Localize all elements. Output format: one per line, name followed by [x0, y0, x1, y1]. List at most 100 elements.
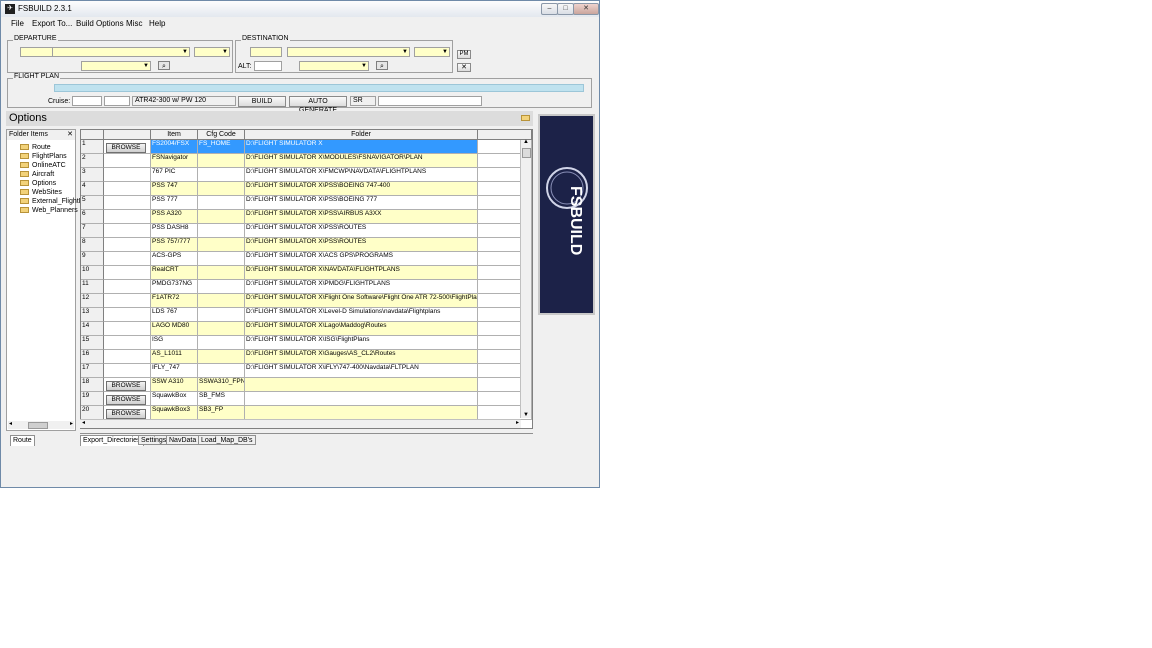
item-cell[interactable]: PSS 757/777: [151, 238, 198, 252]
folder-cell[interactable]: D:\FLIGHT SIMULATOR X\Gauges\AS_CL2\Rout…: [245, 350, 478, 364]
alternate-input[interactable]: [254, 61, 282, 71]
route-string-field[interactable]: [54, 84, 584, 92]
departure-search-icon[interactable]: ⌕: [158, 61, 170, 70]
scroll-thumb[interactable]: [522, 148, 531, 158]
cfg-code-cell[interactable]: [198, 224, 245, 238]
menu-misc[interactable]: Misc: [126, 19, 142, 28]
cruise-unit-field[interactable]: [104, 96, 130, 106]
destination-icao-input[interactable]: [250, 47, 282, 57]
auto-generate-button[interactable]: AUTO GENERATE: [289, 96, 347, 114]
cfg-code-cell[interactable]: [198, 266, 245, 280]
sr-input[interactable]: [378, 96, 482, 106]
cfg-code-cell[interactable]: [198, 308, 245, 322]
title-bar[interactable]: ✈ FSBUILD 2.3.1 ‒ □ ✕: [1, 1, 599, 18]
cfg-code-cell[interactable]: FS_HOME: [198, 140, 245, 154]
item-cell[interactable]: PSS 747: [151, 182, 198, 196]
menu-help[interactable]: Help: [149, 19, 165, 28]
menu-export-to[interactable]: Export To...: [32, 19, 72, 28]
folder-cell[interactable]: D:\FLIGHT SIMULATOR X\PSS\AIRBUS A3XX: [245, 210, 478, 224]
item-cell[interactable]: RealCRT: [151, 266, 198, 280]
maximize-button[interactable]: □: [557, 3, 574, 15]
browse-cell[interactable]: [104, 210, 151, 224]
browse-cell[interactable]: [104, 238, 151, 252]
pm-button[interactable]: PM: [457, 50, 471, 59]
folder-cell[interactable]: D:\FLIGHT SIMULATOR X\NAVDATA\FLIGHTPLAN…: [245, 266, 478, 280]
folder-cell[interactable]: D:\FLIGHT SIMULATOR X\ACS GPS\PROGRAMS: [245, 252, 478, 266]
browse-cell[interactable]: [104, 168, 151, 182]
grid-vscroll[interactable]: ▲ ▼: [520, 139, 531, 418]
scroll-left-icon[interactable]: ◂: [82, 419, 85, 426]
browse-cell[interactable]: [104, 196, 151, 210]
browse-cell[interactable]: [104, 308, 151, 322]
browse-button[interactable]: BROWSE: [106, 143, 146, 153]
scroll-thumb[interactable]: [28, 422, 48, 429]
scroll-left-icon[interactable]: ◂: [9, 420, 12, 427]
item-cell[interactable]: IFLY_747: [151, 364, 198, 378]
destination-search-icon[interactable]: ⌕: [376, 61, 388, 70]
folder-cell[interactable]: D:\FLIGHT SIMULATOR X\ISG\FlightPlans: [245, 336, 478, 350]
folder-cell[interactable]: D:\FLIGHT SIMULATOR X\PSS\BOEING 747-400: [245, 182, 478, 196]
departure-icao-input[interactable]: [20, 47, 54, 57]
folder-cell[interactable]: D:\FLIGHT SIMULATOR X\Flight One Softwar…: [245, 294, 478, 308]
item-cell[interactable]: LAGO MD80: [151, 322, 198, 336]
folder-cell[interactable]: D:\FLIGHT SIMULATOR X\PSS\BOEING 777: [245, 196, 478, 210]
departure-airport-select[interactable]: ▼: [52, 47, 190, 57]
browse-button[interactable]: BROWSE: [106, 395, 146, 405]
scroll-down-icon[interactable]: ▼: [523, 412, 529, 418]
cfg-code-cell[interactable]: [198, 364, 245, 378]
tab-load-map-dbs[interactable]: Load_Map_DB's: [198, 435, 256, 445]
folder-cell[interactable]: D:\FLIGHT SIMULATOR X\PSS\ROUTES: [245, 238, 478, 252]
grid-hscroll[interactable]: ◂ ▸: [80, 419, 521, 428]
scroll-right-icon[interactable]: ▸: [70, 420, 73, 427]
browse-cell[interactable]: BROWSE: [104, 406, 151, 420]
folder-cell[interactable]: D:\FLIGHT SIMULATOR X: [245, 140, 478, 154]
folder-cell[interactable]: [245, 392, 478, 406]
browse-cell[interactable]: BROWSE: [104, 392, 151, 406]
browse-cell[interactable]: [104, 336, 151, 350]
open-folder-icon[interactable]: [521, 115, 530, 121]
cfg-code-cell[interactable]: [198, 336, 245, 350]
browse-button[interactable]: BROWSE: [106, 381, 146, 391]
cfg-code-cell[interactable]: [198, 350, 245, 364]
minimize-button[interactable]: ‒: [541, 3, 558, 15]
cfg-code-cell[interactable]: [198, 182, 245, 196]
folder-cell[interactable]: D:\FLIGHT SIMULATOR X\Lago\Maddog\Routes: [245, 322, 478, 336]
item-cell[interactable]: F1ATR72: [151, 294, 198, 308]
browse-cell[interactable]: [104, 364, 151, 378]
browse-cell[interactable]: [104, 350, 151, 364]
browse-cell[interactable]: BROWSE: [104, 378, 151, 392]
item-cell[interactable]: PSS 777: [151, 196, 198, 210]
folder-cell[interactable]: D:\FLIGHT SIMULATOR X\PMDG\FLIGHTPLANS: [245, 280, 478, 294]
aircraft-field[interactable]: ATR42-300 w/ PW 120: [132, 96, 236, 106]
cfg-code-cell[interactable]: [198, 210, 245, 224]
folder-cell[interactable]: [245, 406, 478, 420]
close-icon[interactable]: ✕: [67, 130, 73, 138]
folder-cell[interactable]: D:\FLIGHT SIMULATOR X\PSS\ROUTES: [245, 224, 478, 238]
cfg-code-cell[interactable]: [198, 238, 245, 252]
scroll-right-icon[interactable]: ▸: [516, 419, 519, 426]
cfg-code-cell[interactable]: [198, 196, 245, 210]
cfg-code-cell[interactable]: [198, 322, 245, 336]
browse-cell[interactable]: BROWSE: [104, 140, 151, 154]
item-cell[interactable]: SquawkBox3: [151, 406, 198, 420]
folder-pane-hscroll[interactable]: ◂ ▸: [8, 421, 74, 429]
cfg-code-cell[interactable]: [198, 252, 245, 266]
cfg-code-cell[interactable]: SB_FMS: [198, 392, 245, 406]
item-cell[interactable]: PSS A320: [151, 210, 198, 224]
cfg-code-cell[interactable]: [198, 168, 245, 182]
item-cell[interactable]: PSS DASH8: [151, 224, 198, 238]
item-cell[interactable]: ISG: [151, 336, 198, 350]
clear-icon[interactable]: ✕: [457, 63, 471, 72]
item-cell[interactable]: FS2004/FSX: [151, 140, 198, 154]
item-cell[interactable]: 767 PIC: [151, 168, 198, 182]
item-cell[interactable]: PMDG737NG: [151, 280, 198, 294]
tab-route[interactable]: Route: [10, 435, 35, 446]
close-button[interactable]: ✕: [573, 3, 599, 15]
folder-cell[interactable]: [245, 378, 478, 392]
browse-cell[interactable]: [104, 182, 151, 196]
browse-cell[interactable]: [104, 154, 151, 168]
cruise-input[interactable]: [72, 96, 102, 106]
browse-cell[interactable]: [104, 252, 151, 266]
item-cell[interactable]: LDS 767: [151, 308, 198, 322]
cfg-code-cell[interactable]: SSWA310_FPN: [198, 378, 245, 392]
